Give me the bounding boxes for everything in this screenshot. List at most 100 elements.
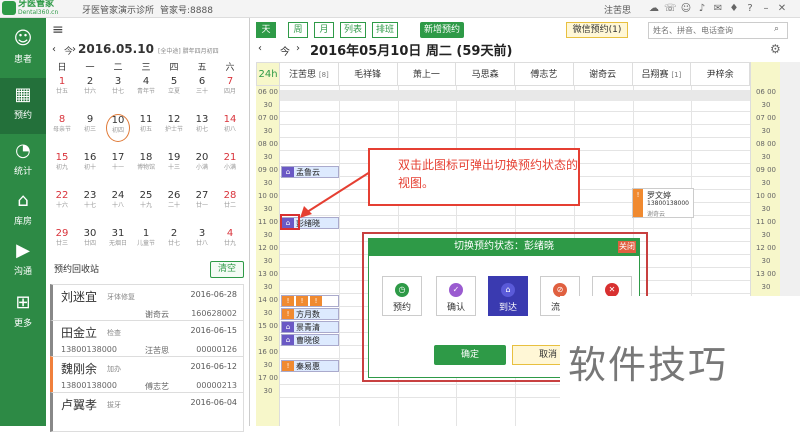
- calendar-day[interactable]: 26 二十: [160, 190, 188, 214]
- close-icon[interactable]: ✕: [776, 3, 788, 15]
- calendar-day[interactable]: 5 立夏: [160, 76, 188, 100]
- doctor-column-header[interactable]: 毛祥锋: [338, 62, 398, 86]
- calendar-day-cell: 2 廿七: [160, 228, 188, 248]
- recycle-card[interactable]: 田金立 检查 2016-06-15 13800138000 汪苦思 00000126: [50, 320, 244, 360]
- wechat-appointment-button[interactable]: 微信预约(1): [566, 22, 628, 38]
- doctor-column-header[interactable]: 汪苦思 [8]: [280, 62, 339, 86]
- status-confirm-button[interactable]: ✓ 确认: [436, 276, 476, 316]
- recycle-card[interactable]: 刘迷宜 牙体修复 2016-06-28 谢奇云 160628002: [50, 284, 244, 324]
- view-schedule-tab[interactable]: 排班: [372, 22, 398, 38]
- search-icon[interactable]: ⌕: [774, 24, 779, 34]
- calendar-day[interactable]: 31 无烟日: [104, 228, 132, 252]
- calendar-day[interactable]: 17 十一: [104, 152, 132, 176]
- dialog-ok-button[interactable]: 确定: [434, 345, 506, 365]
- calendar-day[interactable]: 22 十六: [48, 190, 76, 214]
- doctor-column-header[interactable]: 傅志艺: [515, 62, 574, 86]
- doctor-column-header[interactable]: 谢奇云: [573, 62, 633, 86]
- calendar-day[interactable]: 10 初四: [104, 114, 132, 142]
- calendar-day[interactable]: 9 初三: [76, 114, 104, 138]
- help-icon[interactable]: ?: [744, 3, 756, 15]
- view-month-tab[interactable]: 月: [314, 22, 334, 38]
- calendar-day[interactable]: 1 儿童节: [132, 228, 160, 252]
- doctor-column-header[interactable]: 吕翔赛 [1]: [632, 62, 692, 86]
- calendar-day[interactable]: 3 廿八: [188, 228, 216, 252]
- calendar-day[interactable]: 4 廿九: [216, 228, 244, 252]
- search-input[interactable]: [648, 22, 788, 39]
- appointment-block[interactable]: !!!: [281, 295, 339, 307]
- sidebar-item-communicate[interactable]: ▶ 沟通: [0, 234, 46, 290]
- calendar-day[interactable]: 25 十九: [132, 190, 160, 214]
- warning-icon: !: [296, 296, 308, 306]
- minimize-icon[interactable]: –: [760, 3, 772, 15]
- calendar-day[interactable]: 19 十三: [160, 152, 188, 176]
- appointment-block[interactable]: ⌂ 曹晓俊: [281, 334, 339, 346]
- current-user[interactable]: 注苦思: [604, 3, 631, 16]
- calendar-day[interactable]: 16 初十: [76, 152, 104, 176]
- calendar-day[interactable]: 8 母亲节: [48, 114, 76, 138]
- calendar-day[interactable]: 30 廿四: [76, 228, 104, 252]
- cloud-icon[interactable]: ☁: [648, 3, 660, 15]
- dialog-close-button[interactable]: 关闭: [618, 241, 636, 253]
- calendar-day[interactable]: 7 四月: [216, 76, 244, 100]
- sidebar-item-patients[interactable]: ☺ 患者: [0, 22, 46, 78]
- day-next-icon[interactable]: ›: [296, 43, 300, 54]
- calendar-day[interactable]: 3 廿七: [104, 76, 132, 100]
- calendar-day-number: 2: [86, 76, 94, 87]
- calendar-day[interactable]: 13 初七: [188, 114, 216, 138]
- status-arrived-button[interactable]: ⌂ 到达: [488, 276, 528, 316]
- calendar-day[interactable]: 18 博物馆: [132, 152, 160, 176]
- calendar-day[interactable]: 4 青年节: [132, 76, 160, 100]
- menu-icon[interactable]: ≡: [52, 22, 64, 38]
- status-appointment-button[interactable]: ◷ 预约: [382, 276, 422, 316]
- doctor-column-header[interactable]: 尹梓余: [691, 62, 750, 86]
- gear-icon[interactable]: ⚙: [770, 42, 781, 56]
- calendar-day[interactable]: 28 廿二: [216, 190, 244, 214]
- calendar-day-number: 26: [167, 190, 181, 201]
- appointment-doctor: 谢奇云: [647, 211, 666, 218]
- phone-icon[interactable]: ☏: [664, 3, 677, 15]
- sidebar-item-more[interactable]: ⊞ 更多: [0, 286, 46, 342]
- month-next-icon[interactable]: ›: [72, 44, 76, 55]
- calendar-day[interactable]: 1 廿五: [48, 76, 76, 100]
- calendar-day[interactable]: 21 小满: [216, 152, 244, 176]
- month-prev-icon[interactable]: ‹: [52, 44, 56, 55]
- warning-icon: !: [282, 309, 294, 319]
- calendar-day[interactable]: 20 小满: [188, 152, 216, 176]
- appointment-block[interactable]: ! 罗文婷 13800138000 谢奇云: [632, 188, 694, 218]
- view-list-tab[interactable]: 列表: [340, 22, 366, 38]
- calendar-day[interactable]: 24 十八: [104, 190, 132, 214]
- bell-icon[interactable]: ♪: [696, 3, 708, 15]
- sidebar-item-warehouse[interactable]: ⌂ 库房: [0, 184, 46, 240]
- appointment-block[interactable]: ! 秦易惠: [281, 360, 339, 372]
- 24h-toggle[interactable]: 24h: [256, 62, 280, 86]
- appointment-block[interactable]: ! 方月数: [281, 308, 339, 320]
- view-week-tab[interactable]: 周: [288, 22, 308, 38]
- calendar-day-number: 19: [167, 152, 181, 163]
- clear-recycle-button[interactable]: 清空: [210, 261, 244, 278]
- recycle-card[interactable]: 卢翼孝 拔牙 2016-06-04: [50, 392, 244, 432]
- sidebar-item-stats[interactable]: ◔ 统计: [0, 134, 46, 190]
- recycle-card[interactable]: 魏刚余 加办 2016-06-12 13800138000 傅志艺 00000213: [50, 356, 244, 396]
- calendar-day[interactable]: 11 初五: [132, 114, 160, 138]
- message-icon[interactable]: ✉: [712, 3, 724, 15]
- calendar-day[interactable]: 29 廿三: [48, 228, 76, 252]
- recycle-card-tag: 加办: [107, 365, 121, 373]
- shirt-icon[interactable]: ♦: [728, 3, 740, 15]
- calendar-day[interactable]: 2 廿六: [76, 76, 104, 100]
- appointment-block[interactable]: ⌂ 景青清: [281, 321, 339, 333]
- sidebar-item-appointments[interactable]: ▦ 预约: [0, 78, 46, 134]
- schedule-today-button[interactable]: 今: [280, 43, 290, 58]
- calendar-day[interactable]: 12 护士节: [160, 114, 188, 138]
- new-appointment-button[interactable]: 新增预约: [420, 22, 464, 38]
- calendar-day[interactable]: 15 初九: [48, 152, 76, 176]
- view-day-tab[interactable]: 天: [256, 22, 276, 38]
- calendar-day[interactable]: 14 初八: [216, 114, 244, 138]
- day-prev-icon[interactable]: ‹: [258, 43, 262, 54]
- doctor-column-header[interactable]: 马思森: [456, 62, 515, 86]
- user-icon[interactable]: ☺: [680, 3, 692, 15]
- doctor-column-header[interactable]: 萧上一: [397, 62, 457, 86]
- calendar-day[interactable]: 6 三十: [188, 76, 216, 100]
- calendar-day[interactable]: 23 十七: [76, 190, 104, 214]
- calendar-day[interactable]: 2 廿七: [160, 228, 188, 252]
- calendar-day[interactable]: 27 廿一: [188, 190, 216, 214]
